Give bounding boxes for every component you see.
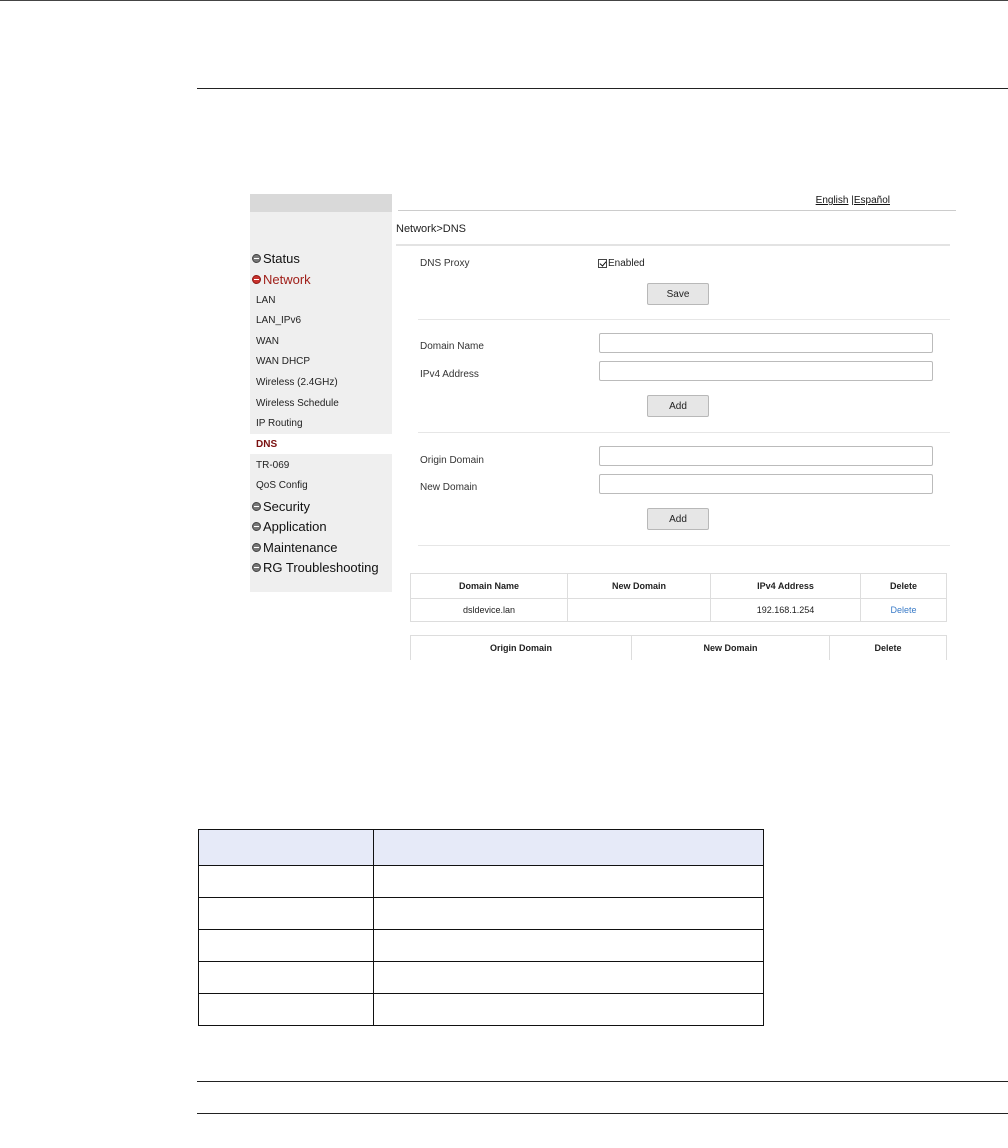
table-cell [373,865,764,898]
table-cell [373,961,764,994]
origin-domain-label: Origin Domain [420,455,484,466]
add-alias-button[interactable]: Add [647,508,709,530]
column-header: Delete [860,573,947,599]
sidebar-item-wan-dhcp[interactable]: WAN DHCP [256,356,310,367]
domain-name-input[interactable] [599,333,933,353]
alias-table: Origin Domain New Domain Delete [410,635,947,660]
column-header: Domain Name [410,573,568,599]
checkbox-checked-icon [598,259,607,268]
domain-name-label: Domain Name [420,341,484,352]
column-header: Origin Domain [410,635,632,660]
table-header-cell [198,829,374,866]
table-cell [198,993,374,1026]
expand-icon [252,543,261,552]
section-divider [418,432,950,433]
document-table [198,829,764,1026]
collapse-icon [252,275,261,284]
expand-icon [252,502,261,511]
section-divider [418,545,950,546]
table-row [198,929,764,962]
table-row: dsldevice.lan 192.168.1.254 Delete [410,598,947,622]
sidebar-item-wireless-schedule[interactable]: Wireless Schedule [256,398,339,409]
lang-spanish-link[interactable]: Español [854,195,890,206]
delete-link[interactable]: Delete [890,605,916,615]
section-divider [418,319,950,320]
table-cell [198,961,374,994]
cell-ipv4-address: 192.168.1.254 [710,598,861,622]
sidebar: Status Network LAN LAN_IPv6 WAN WAN DHCP… [250,194,392,592]
new-domain-input[interactable] [599,474,933,494]
sidebar-item-label: Security [263,499,310,514]
expand-icon [252,563,261,572]
host-table: Domain Name New Domain IPv4 Address Dele… [410,573,947,622]
table-cell [373,993,764,1026]
divider-top [197,88,1008,89]
column-header: New Domain [631,635,830,660]
table-row [198,897,764,930]
sidebar-item-network[interactable]: Network [252,272,311,287]
divider-footer [197,1113,1008,1114]
table-header-row: Domain Name New Domain IPv4 Address Dele… [410,573,947,599]
ipv4-address-input[interactable] [599,361,933,381]
sidebar-item-label: RG Troubleshooting [263,560,379,575]
sidebar-item-rg-troubleshooting[interactable]: RG Troubleshooting [252,560,379,575]
ipv4-address-label: IPv4 Address [420,369,479,380]
sidebar-item-label: Application [263,519,327,534]
sidebar-item-label: Maintenance [263,540,338,555]
sidebar-item-status[interactable]: Status [252,251,300,266]
table-row [198,961,764,994]
sidebar-item-maintenance[interactable]: Maintenance [252,540,337,555]
table-row [198,993,764,1026]
expand-icon [252,254,261,263]
new-domain-label: New Domain [420,482,478,493]
breadcrumb: Network>DNS [396,223,466,235]
sidebar-item-application[interactable]: Application [252,519,327,534]
lang-english-link[interactable]: English [816,195,849,206]
divider-bottom [197,1081,1008,1082]
table-cell [373,929,764,962]
sidebar-item-lan-ipv6[interactable]: LAN_IPv6 [256,315,301,326]
sidebar-item-tr069[interactable]: TR-069 [256,460,289,471]
sidebar-item-ip-routing[interactable]: IP Routing [256,418,303,429]
column-header: New Domain [567,573,711,599]
origin-domain-input[interactable] [599,446,933,466]
sidebar-item-label: Network [263,272,311,287]
column-header: Delete [829,635,947,660]
table-header-row [198,829,764,866]
header-bar: English |Español [398,194,956,211]
table-row [198,865,764,898]
table-cell [198,929,374,962]
sidebar-item-wan[interactable]: WAN [256,336,279,347]
cell-delete: Delete [860,598,947,622]
sidebar-item-dns[interactable]: DNS [256,439,277,450]
sidebar-header [250,194,392,212]
table-cell [198,865,374,898]
cell-domain-name: dsldevice.lan [410,598,568,622]
sidebar-item-wireless[interactable]: Wireless (2.4GHz) [256,377,338,388]
add-host-button[interactable]: Add [647,395,709,417]
dns-proxy-checkbox-label: Enabled [608,258,645,269]
cell-new-domain [567,598,711,622]
breadcrumb-divider [396,244,950,246]
sidebar-item-qos-config[interactable]: QoS Config [256,480,308,491]
sidebar-item-label: Status [263,251,300,266]
router-screenshot: Status Network LAN LAN_IPv6 WAN WAN DHCP… [250,194,956,660]
sidebar-item-lan[interactable]: LAN [256,295,275,306]
dns-proxy-checkbox[interactable]: Enabled [598,258,645,269]
table-cell [198,897,374,930]
dns-proxy-label: DNS Proxy [420,258,470,269]
table-header-cell [373,829,764,866]
save-button[interactable]: Save [647,283,709,305]
sidebar-item-security[interactable]: Security [252,499,310,514]
language-switch: English |Español [816,195,890,206]
table-cell [373,897,764,930]
table-header-row: Origin Domain New Domain Delete [410,635,947,660]
expand-icon [252,522,261,531]
column-header: IPv4 Address [710,573,861,599]
top-border [0,0,1008,1]
